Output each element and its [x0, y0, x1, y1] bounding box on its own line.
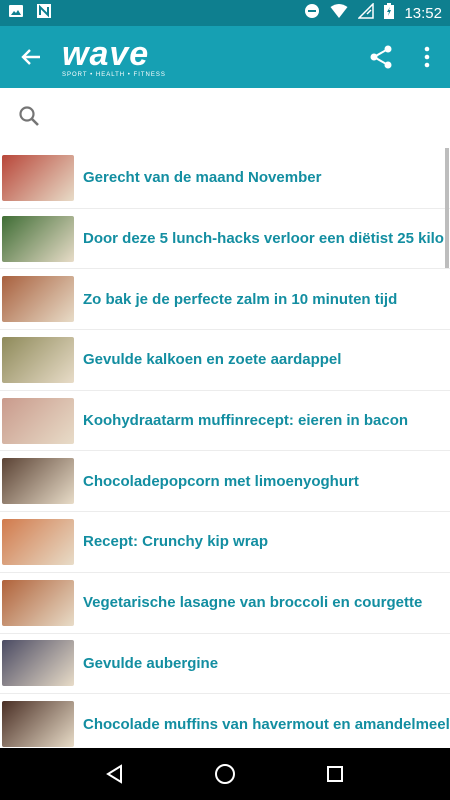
article-thumbnail: [2, 397, 74, 444]
article-title: Zo bak je de perfecte zalm in 10 minuten…: [83, 290, 398, 308]
article-thumbnail: [2, 154, 74, 201]
article-title: Gevulde aubergine: [83, 654, 219, 672]
article-title: Vegetarische lasagne van broccoli en cou…: [83, 594, 423, 612]
status-time: 13:52: [404, 4, 442, 22]
nav-home-button[interactable]: [195, 748, 255, 800]
do-not-disturb-icon: [304, 3, 320, 24]
search-bar[interactable]: [0, 88, 450, 148]
signal-icon: [357, 1, 375, 24]
image-icon: [8, 3, 24, 24]
article-title: Gevulde kalkoen en zoete aardappel: [83, 351, 342, 369]
logo-word: wave: [62, 34, 150, 73]
list-item[interactable]: Koohydraatarm muffinrecept: eieren in ba…: [0, 391, 450, 452]
list-item[interactable]: Gevulde aubergine: [0, 634, 450, 695]
circle-home-icon: [215, 764, 235, 784]
list-item[interactable]: Door deze 5 lunch-hacks verloor een diët…: [0, 209, 450, 270]
list-item[interactable]: Gevulde kalkoen en zoete aardappel: [0, 330, 450, 391]
n-icon: [36, 3, 52, 24]
article-thumbnail: [2, 276, 74, 323]
navigation-bar: [0, 748, 450, 800]
logo-tagline: SPORT • HEALTH • FITNESS: [62, 71, 166, 78]
article-title: Chocoladepopcorn met limoenyoghurt: [83, 472, 359, 490]
share-button[interactable]: [358, 26, 404, 88]
arrow-back-icon: [21, 49, 40, 65]
more-vert-icon: [424, 46, 430, 68]
list-item[interactable]: Gerecht van de maand November: [0, 148, 450, 209]
share-icon: [370, 45, 392, 69]
article-title: Koohydraatarm muffinrecept: eieren in ba…: [83, 412, 409, 430]
scrollbar[interactable]: [445, 148, 449, 268]
nav-back-button[interactable]: [85, 748, 145, 800]
back-button[interactable]: [0, 26, 62, 88]
list-item[interactable]: Recept: Crunchy kip wrap: [0, 512, 450, 573]
square-recents-icon: [327, 766, 343, 782]
article-thumbnail: [2, 579, 74, 626]
article-thumbnail: [2, 701, 74, 748]
list-item[interactable]: Chocolade muffins van havermout en amand…: [0, 694, 450, 748]
article-title: Chocolade muffins van havermout en amand…: [83, 715, 450, 733]
app-bar: wave SPORT • HEALTH • FITNESS: [0, 26, 450, 88]
article-thumbnail: [2, 458, 74, 505]
more-options-button[interactable]: [404, 26, 450, 88]
status-bar: 13:52: [0, 0, 450, 26]
article-title: Gerecht van de maand November: [83, 169, 322, 187]
search-icon[interactable]: [18, 105, 40, 132]
battery-charging-icon: [384, 2, 395, 24]
app-logo: wave SPORT • HEALTH • FITNESS: [62, 37, 166, 78]
article-thumbnail: [2, 518, 74, 565]
article-thumbnail: [2, 215, 74, 262]
article-title: Door deze 5 lunch-hacks verloor een diët…: [83, 230, 444, 248]
article-title: Recept: Crunchy kip wrap: [83, 533, 269, 551]
wifi-icon: [330, 3, 348, 24]
triangle-back-icon: [106, 764, 122, 784]
list-item[interactable]: Chocoladepopcorn met limoenyoghurt: [0, 451, 450, 513]
list-item[interactable]: Zo bak je de perfecte zalm in 10 minuten…: [0, 269, 450, 331]
article-thumbnail: [2, 640, 74, 687]
article-list: Gerecht van de maand November Door deze 5…: [0, 148, 450, 748]
nav-recents-button[interactable]: [305, 748, 365, 800]
article-thumbnail: [2, 336, 74, 383]
search-input[interactable]: [52, 109, 412, 127]
list-item[interactable]: Vegetarische lasagne van broccoli en cou…: [0, 573, 450, 634]
